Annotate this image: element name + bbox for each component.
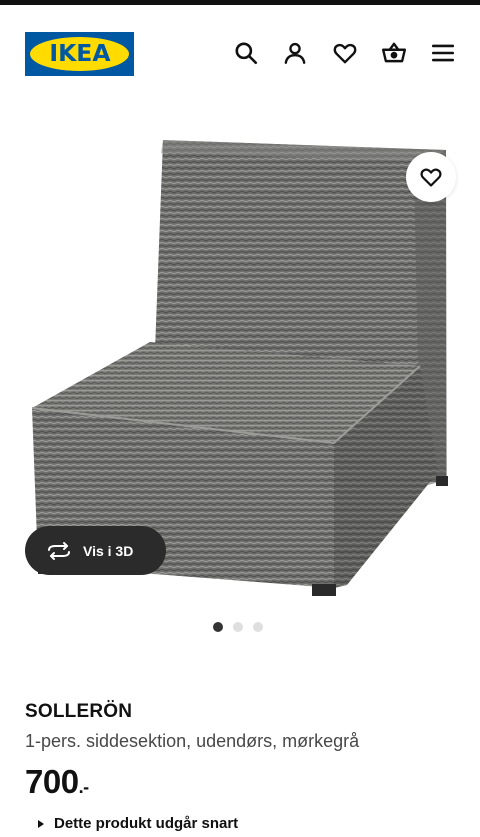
- ikea-logo[interactable]: IKEA: [25, 32, 134, 76]
- menu-icon[interactable]: [428, 38, 458, 68]
- caret-right-icon: [38, 819, 44, 828]
- price-amount: 700: [25, 763, 79, 800]
- logo-oval: IKEA: [30, 37, 129, 71]
- pagination-dot-3[interactable]: [253, 622, 263, 632]
- view-in-3d-label: Vis i 3D: [83, 542, 134, 559]
- heart-icon[interactable]: [330, 38, 360, 68]
- add-to-favourites-button[interactable]: [406, 152, 456, 202]
- basket-icon[interactable]: [379, 38, 409, 68]
- gallery-pagination: [213, 622, 263, 632]
- price-suffix: .-: [78, 777, 90, 797]
- logo-text: IKEA: [48, 41, 111, 67]
- view-in-3d-button[interactable]: Vis i 3D: [25, 526, 166, 575]
- product-price: 700.-: [25, 763, 89, 801]
- product-name: SOLLERÖN: [25, 701, 133, 722]
- pagination-dot-2[interactable]: [233, 622, 243, 632]
- product-description: 1-pers. siddesektion, udendørs, mørkegrå: [25, 731, 360, 751]
- site-header: IKEA: [0, 5, 480, 100]
- notice-text: Dette produkt udgår snart: [54, 815, 239, 832]
- discontinued-notice[interactable]: Dette produkt udgår snart: [38, 815, 238, 832]
- search-icon[interactable]: [231, 38, 261, 68]
- rotate-3d-icon: [48, 541, 70, 560]
- pagination-dot-1[interactable]: [213, 622, 223, 632]
- user-icon[interactable]: [280, 38, 310, 68]
- heart-icon: [420, 168, 442, 187]
